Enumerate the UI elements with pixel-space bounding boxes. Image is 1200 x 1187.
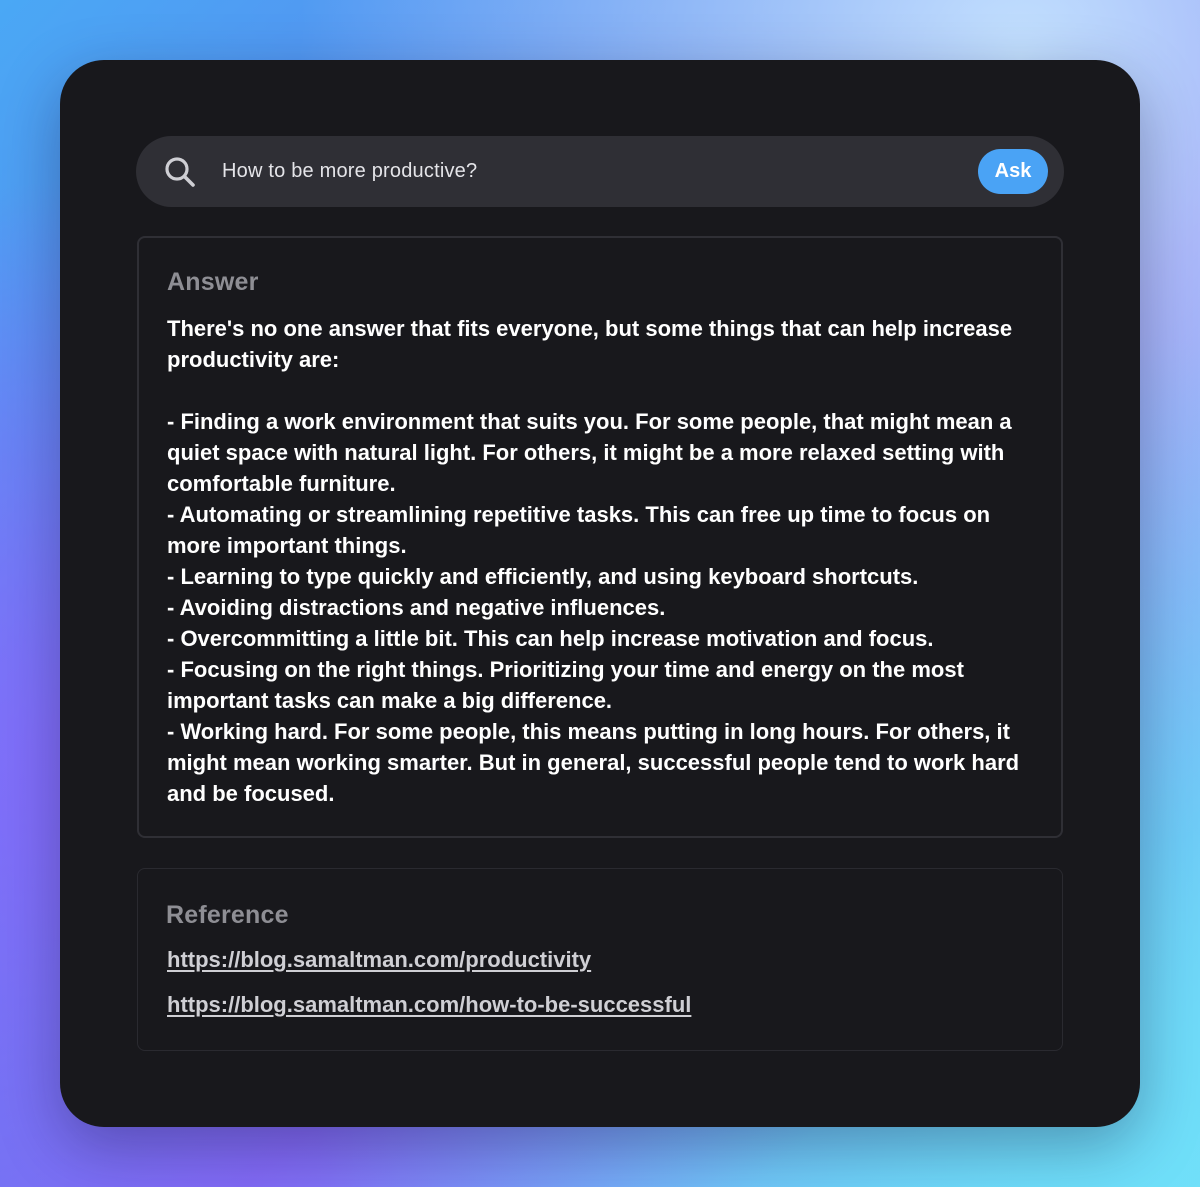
reference-link-how-to-be-successful[interactable]: https://blog.samaltman.com/how-to-be-suc… (167, 992, 691, 1018)
answer-title: Answer (167, 268, 259, 296)
reference-title: Reference (166, 901, 289, 929)
reference-link-productivity[interactable]: https://blog.samaltman.com/productivity (167, 947, 591, 973)
answer-text: There's no one answer that fits everyone… (167, 316, 1020, 806)
app-window: Ask Answer There's no one answer that fi… (60, 60, 1140, 1127)
reference-card: Reference https://blog.samaltman.com/pro… (137, 868, 1063, 1051)
answer-card: Answer There's no one answer that fits e… (137, 236, 1063, 838)
search-bar: Ask (136, 136, 1064, 207)
ask-button[interactable]: Ask (978, 149, 1048, 194)
search-input[interactable] (222, 152, 962, 190)
search-icon (164, 156, 196, 188)
